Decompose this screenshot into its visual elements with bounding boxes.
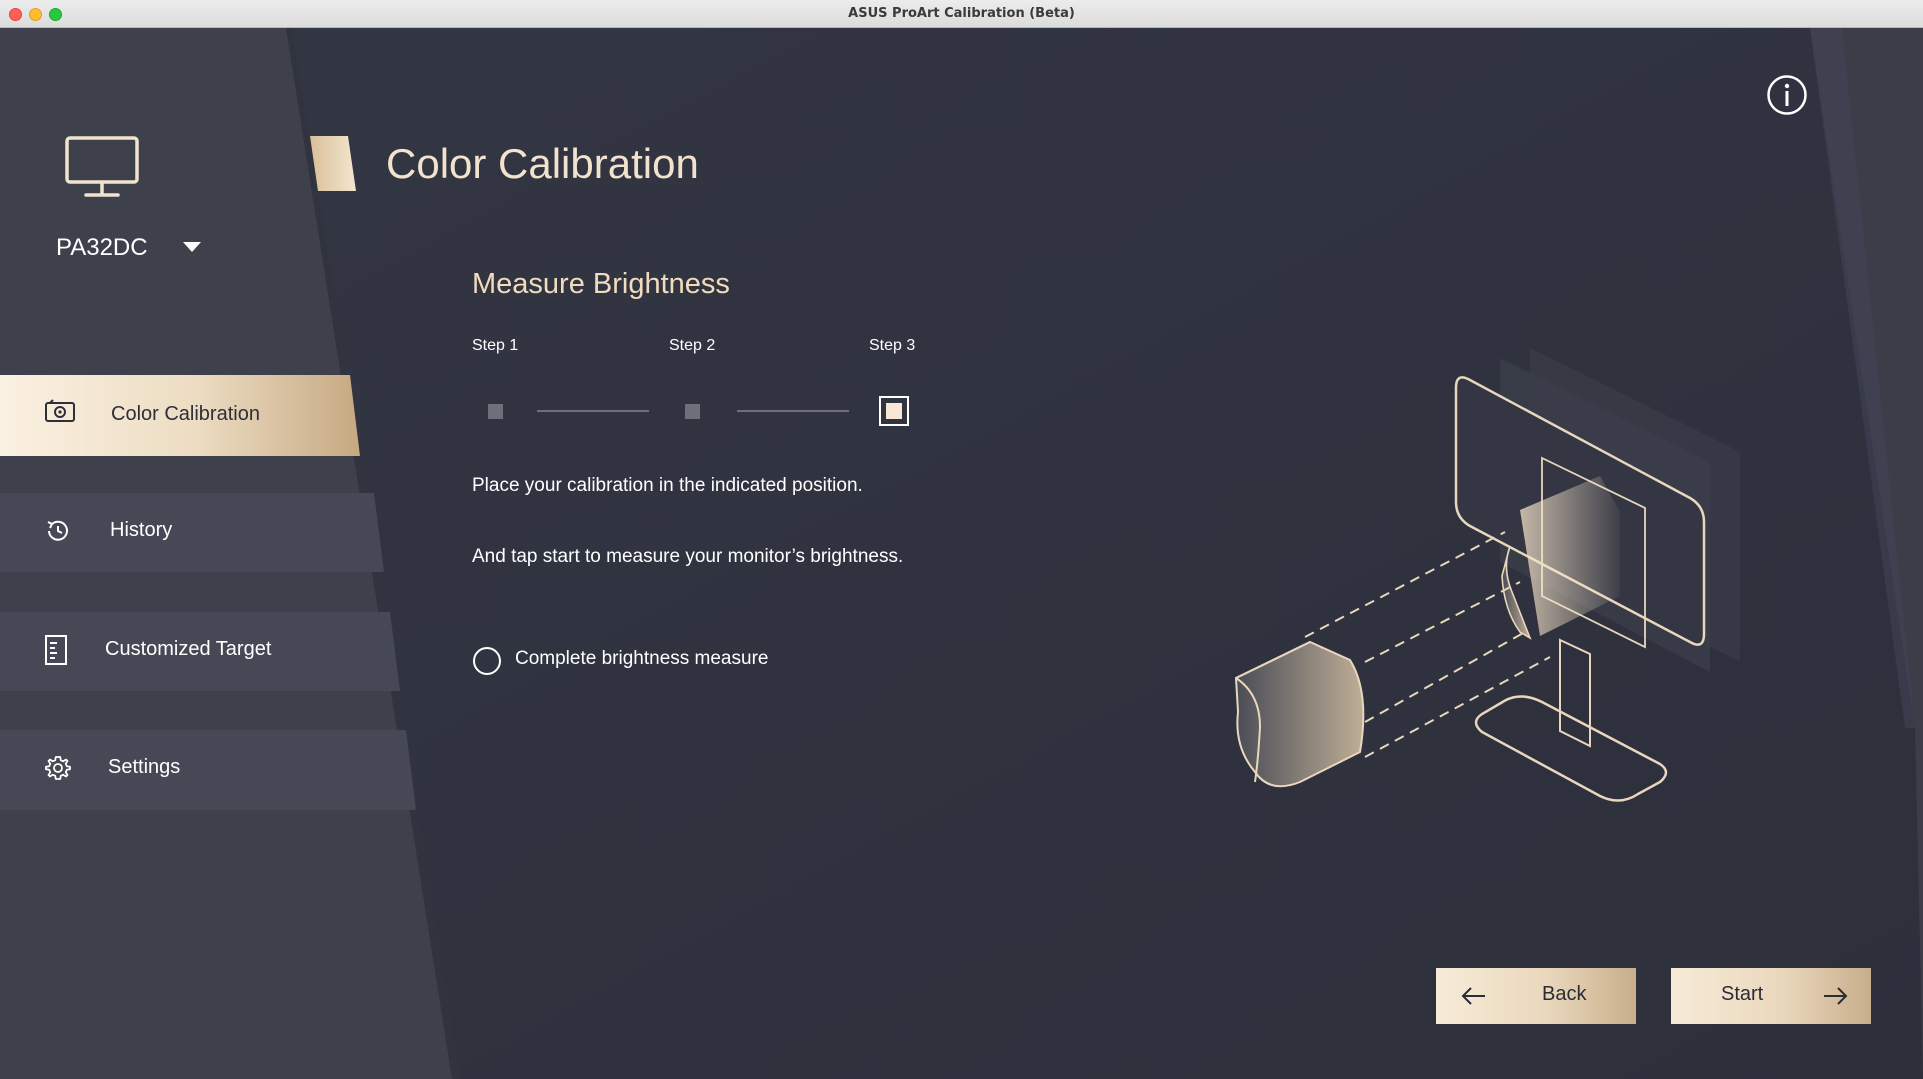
step-3-indicator [879, 396, 909, 426]
start-button[interactable]: Start [1671, 968, 1871, 1024]
document-icon [45, 635, 67, 665]
page-title: Color Calibration [386, 140, 699, 187]
camera-icon [45, 399, 75, 422]
title-bar: ASUS ProArt Calibration (Beta) [0, 0, 1923, 28]
back-button-label: Back [1542, 983, 1587, 1005]
calibration-illustration [1234, 348, 1740, 802]
section-title: Measure Brightness [472, 268, 730, 300]
complete-brightness-checkbox[interactable] [473, 647, 501, 675]
start-button-label: Start [1721, 983, 1764, 1005]
device-name[interactable]: PA32DC [56, 234, 148, 262]
arrow-left-icon [1461, 987, 1485, 1005]
arrow-right-icon [1824, 987, 1848, 1005]
checkbox-label: Complete brightness measure [515, 648, 769, 669]
step-2-label: Step 2 [669, 337, 716, 354]
sidebar-item-label: Color Calibration [111, 403, 260, 425]
monitor-icon [65, 136, 139, 197]
sidebar-item-customized-target[interactable]: Customized Target [0, 612, 396, 692]
chevron-down-icon[interactable] [183, 242, 201, 252]
sidebar-item-label: History [110, 519, 173, 541]
sidebar-item-settings[interactable]: Settings [0, 730, 412, 810]
step-connector [537, 410, 649, 412]
step-2-indicator [685, 404, 700, 419]
back-button[interactable]: Back [1436, 968, 1636, 1024]
instruction-text: And tap start to measure your monitor’s … [472, 546, 904, 567]
step-1-indicator [488, 404, 503, 419]
sidebar-item-color-calibration[interactable]: Color Calibration [0, 375, 360, 455]
history-icon [47, 520, 68, 541]
gear-icon [45, 756, 71, 780]
window-title: ASUS ProArt Calibration (Beta) [848, 6, 1075, 21]
step-1-label: Step 1 [472, 337, 519, 354]
step-3-label: Step 3 [869, 337, 916, 354]
sidebar-item-label: Settings [108, 756, 181, 778]
step-connector [737, 410, 849, 412]
app-window: PA32DC Color Calibration History Customi… [0, 28, 1923, 1079]
sidebar-item-history[interactable]: History [0, 493, 380, 573]
sidebar-item-label: Customized Target [105, 638, 272, 660]
instruction-text: Place your calibration in the indicated … [472, 475, 863, 496]
info-icon[interactable] [1766, 74, 1808, 116]
